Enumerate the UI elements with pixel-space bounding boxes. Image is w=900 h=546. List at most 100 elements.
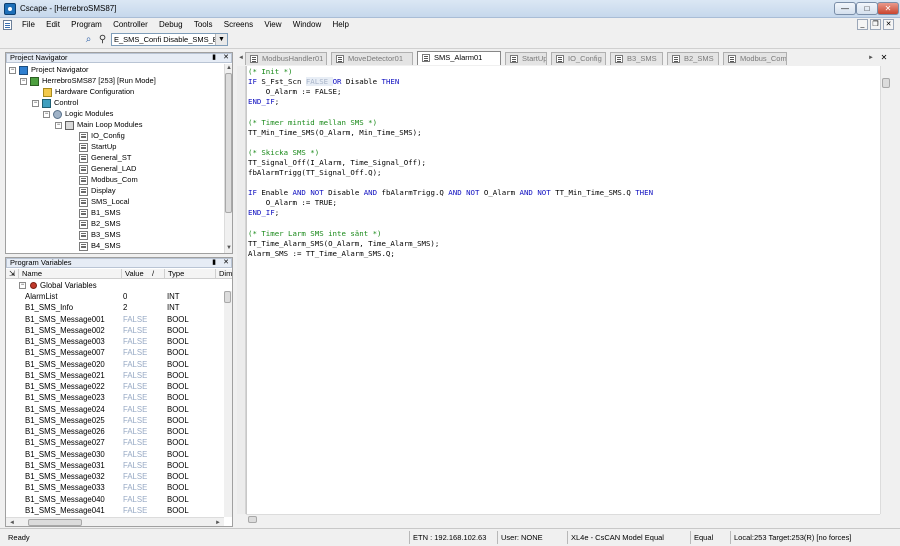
tree-module[interactable]: B3_SMS xyxy=(79,229,121,240)
tree-module[interactable]: IO_Config xyxy=(79,130,125,141)
tab-scroll-right-icon[interactable]: ► xyxy=(867,54,875,62)
tree-hardware-config[interactable]: Hardware Configuration xyxy=(43,86,134,97)
pin-icon[interactable]: ▮ xyxy=(210,259,218,267)
variable-group-row[interactable]: − Global Variables xyxy=(6,280,226,291)
editor-scrollbar[interactable] xyxy=(880,66,891,514)
variable-row[interactable]: B1_SMS_Message020 FALSE BOOL xyxy=(6,359,226,370)
document-icon[interactable] xyxy=(3,20,12,30)
scroll-right-icon[interactable]: ► xyxy=(214,519,222,526)
variable-row[interactable]: B1_SMS_Message003 FALSE BOOL xyxy=(6,336,226,347)
mdi-restore-button[interactable]: ❐ xyxy=(870,19,881,30)
tree-module[interactable]: B1_SMS xyxy=(79,207,121,218)
scroll-thumb[interactable] xyxy=(28,519,82,526)
tree-control[interactable]: − Control xyxy=(32,97,78,108)
app-icon[interactable] xyxy=(4,3,16,15)
tree-module[interactable]: SMS_Local xyxy=(79,196,129,207)
close-icon[interactable]: ✕ xyxy=(222,54,230,62)
tab-sms-alarm01[interactable]: SMS_Alarm01 xyxy=(417,51,501,65)
mdi-close-button[interactable]: ✕ xyxy=(883,19,894,30)
scroll-thumb[interactable] xyxy=(225,73,232,213)
variables-scrollbar[interactable] xyxy=(224,291,232,517)
tab-modbus-com[interactable]: Modbus_Com xyxy=(723,52,787,65)
collapse-icon[interactable]: − xyxy=(55,121,62,129)
tree-module[interactable]: B2_SMS xyxy=(79,218,121,229)
menu-file[interactable]: File xyxy=(22,18,35,31)
module-select[interactable]: E_SMS_Confi Disable_SMS_B1 xyxy=(111,33,228,46)
scroll-down-icon[interactable]: ▼ xyxy=(225,244,232,252)
variables-hscrollbar[interactable]: ◄ ► xyxy=(6,517,224,526)
tree-module[interactable]: Display xyxy=(79,185,116,196)
menu-window[interactable]: Window xyxy=(293,18,321,31)
navigator-scrollbar[interactable]: ▲ ▼ xyxy=(224,64,232,253)
column-header-value[interactable]: Value / xyxy=(122,269,165,279)
tree-controller[interactable]: − HerrebroSMS87 [253] [Run Mode] xyxy=(20,75,156,86)
scroll-left-icon[interactable]: ◄ xyxy=(8,519,16,526)
pin-icon[interactable]: ▮ xyxy=(210,54,218,62)
menu-tools[interactable]: Tools xyxy=(194,18,213,31)
variable-row[interactable]: B1_SMS_Message025 FALSE BOOL xyxy=(6,415,226,426)
collapse-icon[interactable]: − xyxy=(32,99,39,107)
variable-row[interactable]: B1_SMS_Message001 FALSE BOOL xyxy=(6,314,226,325)
scroll-thumb[interactable] xyxy=(882,78,890,88)
variable-row[interactable]: B1_SMS_Message032 FALSE BOOL xyxy=(6,471,226,482)
tree-main-loop[interactable]: − Main Loop Modules xyxy=(55,119,142,130)
column-header-type[interactable]: Type xyxy=(165,269,216,279)
column-header-name[interactable]: Name xyxy=(19,269,122,279)
variable-row[interactable]: B1_SMS_Message030 FALSE BOOL xyxy=(6,449,226,460)
collapse-icon[interactable]: − xyxy=(43,110,50,118)
code-editor[interactable]: (* Init *) IF S_Fst_Scn FALSE OR Disable … xyxy=(246,66,880,514)
tree-module[interactable]: General_ST xyxy=(79,152,131,163)
tab-scroll-left-icon[interactable]: ◄ xyxy=(237,54,245,62)
collapse-icon[interactable]: − xyxy=(19,282,26,289)
tab-movedetector01[interactable]: MoveDetector01 xyxy=(331,52,413,65)
variable-row[interactable]: B1_SMS_Message024 FALSE BOOL xyxy=(6,404,226,415)
variable-row[interactable]: B1_SMS_Info 2 INT xyxy=(6,302,226,313)
tree-module[interactable]: General_LAD xyxy=(79,163,136,174)
variable-row[interactable]: B1_SMS_Message033 FALSE BOOL xyxy=(6,482,226,493)
tree-module[interactable]: StartUp xyxy=(79,141,116,152)
menu-edit[interactable]: Edit xyxy=(46,18,60,31)
tab-b2-sms[interactable]: B2_SMS xyxy=(667,52,719,65)
variable-row[interactable]: B1_SMS_Message041 FALSE BOOL xyxy=(6,505,226,516)
variable-row[interactable]: B1_SMS_Message026 FALSE BOOL xyxy=(6,426,226,437)
menu-debug[interactable]: Debug xyxy=(159,18,183,31)
close-button[interactable]: ✕ xyxy=(877,2,899,15)
variable-row[interactable]: B1_SMS_Message022 FALSE BOOL xyxy=(6,381,226,392)
tree-logic-modules[interactable]: − Logic Modules xyxy=(43,108,113,119)
tree-project[interactable]: − Project Navigator xyxy=(9,64,89,75)
tab-startup[interactable]: StartUp xyxy=(505,52,547,65)
menu-view[interactable]: View xyxy=(264,18,281,31)
variable-row[interactable]: B1_SMS_Message007 FALSE BOOL xyxy=(6,347,226,358)
variable-row[interactable]: B1_SMS_Message040 FALSE BOOL xyxy=(6,494,226,505)
scroll-thumb[interactable] xyxy=(248,516,257,523)
variable-row[interactable]: B1_SMS_Message021 FALSE BOOL xyxy=(6,370,226,381)
mdi-minimize-button[interactable]: _ xyxy=(857,19,868,30)
maximize-button[interactable]: □ xyxy=(856,2,878,15)
minimize-button[interactable]: — xyxy=(834,2,856,15)
editor-hscrollbar[interactable] xyxy=(246,514,880,524)
tree-module[interactable]: Modbus_Com xyxy=(79,174,138,185)
tab-modbushandler01[interactable]: ModbusHandler01 xyxy=(245,52,327,65)
scroll-up-icon[interactable]: ▲ xyxy=(225,64,232,72)
tab-b3-sms[interactable]: B3_SMS xyxy=(610,52,663,65)
variable-row[interactable]: AlarmList 0 INT xyxy=(6,291,226,302)
variable-row[interactable]: B1_SMS_Message002 FALSE BOOL xyxy=(6,325,226,336)
variable-row[interactable]: B1_SMS_Message023 FALSE BOOL xyxy=(6,392,226,403)
chevron-down-icon[interactable]: ▼ xyxy=(215,34,227,45)
variable-row[interactable]: B1_SMS_Message027 FALSE BOOL xyxy=(6,437,226,448)
find-icon[interactable]: ⌕ xyxy=(82,34,95,46)
menu-screens[interactable]: Screens xyxy=(224,18,253,31)
close-icon[interactable]: ✕ xyxy=(222,259,230,267)
column-header-filter[interactable]: ⇲ xyxy=(6,269,19,279)
menu-controller[interactable]: Controller xyxy=(113,18,148,31)
menu-program[interactable]: Program xyxy=(71,18,102,31)
collapse-icon[interactable]: − xyxy=(20,77,27,85)
scroll-thumb[interactable] xyxy=(224,291,231,303)
tree-module[interactable]: B4_SMS xyxy=(79,240,121,251)
binoculars-icon[interactable]: ⚲ xyxy=(96,34,109,46)
menu-help[interactable]: Help xyxy=(332,18,348,31)
tab-io-config[interactable]: IO_Config xyxy=(551,52,606,65)
close-tab-icon[interactable]: ✕ xyxy=(880,54,888,62)
column-header-dim[interactable]: Dim. xyxy=(216,269,232,279)
variable-row[interactable]: B1_SMS_Message031 FALSE BOOL xyxy=(6,460,226,471)
